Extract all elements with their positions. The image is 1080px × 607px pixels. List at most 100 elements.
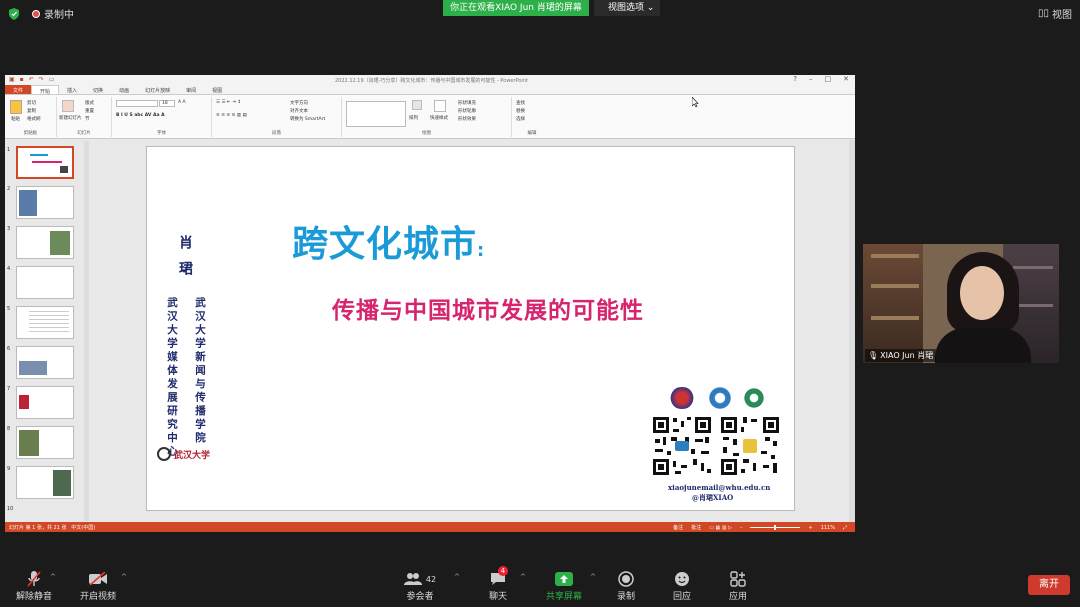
current-slide[interactable]: 跨文化城市: 传播与中国城市发展的可能性 肖珺 武汉大学新闻与传播学院 武汉大学… xyxy=(146,146,795,511)
align-text-button[interactable]: 对齐文本 xyxy=(290,108,308,114)
zoom-out-icon[interactable]: – xyxy=(740,525,743,531)
tab-transitions[interactable]: 切换 xyxy=(85,85,111,94)
cut-button[interactable]: 剪切 xyxy=(27,100,36,106)
group-label: 编辑 xyxy=(527,131,537,136)
thumbnail-slide-6[interactable] xyxy=(16,346,74,379)
slide-subtitle[interactable]: 传播与中国城市发展的可能性 xyxy=(332,291,644,325)
thumbnail-slide-9[interactable] xyxy=(16,466,74,499)
quick-styles-icon[interactable] xyxy=(434,100,446,112)
minimize-icon[interactable]: – xyxy=(809,75,813,83)
group-label: 绘图 xyxy=(422,131,431,136)
notes-button[interactable]: 备注 xyxy=(673,524,683,531)
shape-fill-button[interactable]: 形状填充 xyxy=(458,100,476,106)
editor-scrollbar[interactable] xyxy=(849,140,855,522)
apps-button[interactable]: 应用 xyxy=(718,569,758,602)
share-screen-button[interactable]: 共享屏幕 xyxy=(544,569,584,602)
zoom-in-icon[interactable]: + xyxy=(808,525,812,531)
thumbnail-slide-3[interactable] xyxy=(16,226,74,259)
arrange-icon[interactable] xyxy=(412,100,422,110)
tab-review[interactable]: 审阅 xyxy=(178,85,204,94)
participant-video-tile[interactable]: 🎙 XIAO Jun 肖珺 xyxy=(863,244,1059,363)
font-name-select[interactable] xyxy=(116,100,158,107)
section-button[interactable]: 节 xyxy=(85,116,90,122)
text-direction-button[interactable]: 文字方向 xyxy=(290,100,308,106)
contact-handle[interactable]: @肖珺XIAO xyxy=(692,493,733,503)
slide-thumbnails-pane[interactable]: 1 2 3 4 5 6 7 8 9 10 xyxy=(5,140,85,522)
list-icons[interactable]: ☰ ☰ ⇤ ⇥ ↕ xyxy=(216,100,241,105)
share-caret-icon[interactable]: ^ xyxy=(590,573,596,581)
tab-view[interactable]: 视图 xyxy=(204,85,230,94)
tab-insert[interactable]: 插入 xyxy=(59,85,85,94)
thumbnail-slide-5[interactable] xyxy=(16,306,74,339)
chat-caret-icon[interactable]: ^ xyxy=(520,573,526,581)
tab-home[interactable]: 开始 xyxy=(31,85,60,95)
video-options-caret-icon[interactable]: ^ xyxy=(121,573,127,581)
close-icon[interactable]: ✕ xyxy=(843,75,849,83)
zoom-slider[interactable] xyxy=(750,525,801,530)
align-icons[interactable]: ≡ ≡ ≡ ≡ ▥ ▤ xyxy=(216,113,247,118)
thumb-number: 4 xyxy=(7,266,11,272)
view-button[interactable]: ▯▯ 视图 xyxy=(1038,6,1072,21)
tab-animations[interactable]: 动画 xyxy=(111,85,137,94)
help-icon[interactable]: ? xyxy=(793,75,797,83)
record-button[interactable]: 录制 xyxy=(606,569,646,602)
tab-slideshow[interactable]: 幻灯片放映 xyxy=(137,85,178,94)
start-video-button[interactable]: 开启视频 xyxy=(78,569,118,602)
present-icon[interactable]: ▭ xyxy=(49,76,55,83)
leave-button[interactable]: 离开 xyxy=(1028,575,1070,595)
redo-icon[interactable]: ↷ xyxy=(39,76,44,83)
ppt-title-bar: ▣ ▪ ↶ ↷ ▭ 2022.12.19（肖珺-巧分享）跨文化城市：传播与中国城… xyxy=(5,75,855,85)
save-icon[interactable]: ▪ xyxy=(20,76,24,83)
shape-effects-button[interactable]: 形状效果 xyxy=(458,116,476,122)
thumbnail-slide-8[interactable] xyxy=(16,426,74,459)
thumbnail-slide-2[interactable] xyxy=(16,186,74,219)
org-school[interactable]: 武汉大学新闻与传播学院 xyxy=(193,297,208,446)
view-options-button[interactable]: 视图选项 ⌄ xyxy=(594,0,660,16)
chat-button[interactable]: 4 聊天 xyxy=(478,566,518,602)
copy-button[interactable]: 复制 xyxy=(27,108,36,114)
author-name[interactable]: 肖珺 xyxy=(175,235,195,287)
shapes-gallery[interactable] xyxy=(346,101,406,127)
format-painter-button[interactable]: 格式刷 xyxy=(27,116,41,122)
shape-outline-button[interactable]: 形状轮廓 xyxy=(458,108,476,114)
tab-file[interactable]: 文件 xyxy=(5,85,32,94)
paste-icon[interactable] xyxy=(10,100,22,114)
select-button[interactable]: 选择 xyxy=(516,116,525,122)
qr-code-icon xyxy=(719,415,781,477)
reactions-button[interactable]: 回应 xyxy=(662,569,702,602)
comments-button[interactable]: 批注 xyxy=(691,524,701,531)
shield-icon[interactable] xyxy=(9,8,19,20)
quick-styles-button[interactable]: 快速样式 xyxy=(430,115,448,121)
view-mode-icons[interactable]: ▭ ▦ ▥ ▷ xyxy=(709,525,732,531)
thumbnail-slide-7[interactable] xyxy=(16,386,74,419)
arrange-button[interactable]: 排列 xyxy=(409,115,418,121)
audio-options-caret-icon[interactable]: ^ xyxy=(50,573,56,581)
chat-badge: 4 xyxy=(498,566,508,576)
slide-title[interactable]: 跨文化城市: xyxy=(292,215,485,267)
contact-email[interactable]: xiaojunemail@whu.edu.cn xyxy=(668,483,770,492)
font-style-icons[interactable]: B I U S abc AV Aa A xyxy=(116,113,165,118)
record-icon xyxy=(618,571,634,587)
smartart-button[interactable]: 转换为 SmartArt xyxy=(290,116,325,122)
fit-slide-icon[interactable]: ⤢ xyxy=(843,525,847,531)
undo-icon[interactable]: ↶ xyxy=(29,76,34,83)
reset-button[interactable]: 重置 xyxy=(85,108,94,114)
org-center[interactable]: 武汉大学媒体发展研究中心 xyxy=(165,297,180,459)
font-size-select[interactable]: 18 xyxy=(159,100,175,107)
layout-button[interactable]: 版式 xyxy=(85,100,94,106)
recording-indicator[interactable]: 录制中 xyxy=(32,6,74,21)
new-slide-label[interactable]: 新建幻灯片 xyxy=(59,115,82,121)
new-slide-icon[interactable] xyxy=(62,100,74,112)
unmute-button[interactable]: 解除静音 xyxy=(14,569,54,602)
maximize-icon[interactable]: □ xyxy=(825,75,832,83)
language-indicator[interactable]: 中文(中国) xyxy=(71,525,95,531)
participants-button[interactable]: 42 参会者 xyxy=(400,569,440,602)
zoom-top-bar: 录制中 你正在观看XIAO Jun 肖珺的屏幕 视图选项 ⌄ ▯▯ 视图 xyxy=(0,0,1080,26)
zoom-level[interactable]: 111% xyxy=(821,525,835,531)
thumbnail-slide-4[interactable] xyxy=(16,266,74,299)
participants-caret-icon[interactable]: ^ xyxy=(454,573,460,581)
thumbnail-slide-1[interactable] xyxy=(16,146,74,179)
find-button[interactable]: 查找 xyxy=(516,100,525,106)
font-grow-icon[interactable]: A A xyxy=(178,100,186,105)
replace-button[interactable]: 替换 xyxy=(516,108,525,114)
